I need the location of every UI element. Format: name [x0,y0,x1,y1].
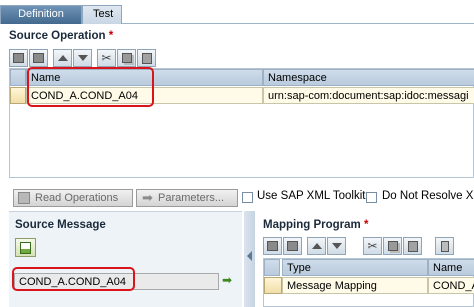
scissors-icon: ✂ [367,239,378,253]
column-header-namespace[interactable]: Namespace [263,69,474,86]
mapping-program-label: Mapping Program [263,219,361,231]
operation-namespace-cell[interactable]: urn:sap-com:document:sap:idoc:messagi [263,87,474,104]
source-operation-toolbar: ✂ [9,49,179,67]
mapping-program-title: Mapping Program * [263,219,368,231]
copy-icon [387,241,398,251]
cut-button[interactable]: ✂ [97,49,116,67]
read-operations-button[interactable]: Read Operations [13,189,133,207]
details-icon [440,240,449,252]
paste-button[interactable] [403,237,422,255]
move-up-button[interactable] [53,49,72,67]
delete-row-button[interactable] [283,237,302,255]
do-not-resolve-checkbox[interactable] [366,192,377,203]
copy-icon [121,53,132,63]
required-marker: * [108,30,114,42]
required-marker: * [363,219,369,231]
row-selector[interactable] [10,87,26,104]
mapping-program-table: Type Name Message Mapping COND_A [263,258,474,307]
read-operations-label: Read Operations [35,192,119,204]
source-operation-label: Source Operation [9,30,106,42]
arrow-up-icon [57,55,68,61]
mapping-name-cell[interactable]: COND_A [428,277,474,294]
source-operation-title: Source Operation * [9,30,113,42]
details-button[interactable] [435,237,454,255]
use-sap-xml-toolkit-label: Use SAP XML Toolkit [257,190,366,202]
arrow-right-icon: ➡ [142,190,153,205]
panel-splitter[interactable] [244,211,255,307]
select-all-cell[interactable] [264,259,280,276]
tab-bar: Definition Test [0,0,474,24]
paste-icon [141,52,152,64]
delete-row-icon [287,241,298,251]
delete-row-button[interactable] [29,49,48,67]
arrow-down-icon [77,55,88,61]
select-all-cell[interactable] [10,69,26,86]
delete-row-icon [33,53,44,63]
insert-row-button[interactable] [263,237,282,255]
read-operations-icon [18,192,30,204]
arrow-down-icon [331,243,342,249]
mapping-type-cell[interactable]: Message Mapping [282,277,428,294]
insert-row-button[interactable] [9,49,28,67]
row-selector[interactable] [264,277,282,294]
use-sap-xml-toolkit-checkbox[interactable] [242,192,253,203]
highlight-box [12,267,135,291]
move-down-button[interactable] [73,49,92,67]
column-header-type[interactable]: Type [282,259,428,276]
mapping-program-toolbar: ✂ [263,237,454,255]
source-message-title: Source Message [15,219,106,231]
move-down-button[interactable] [327,237,346,255]
do-not-resolve-label: Do Not Resolve X [382,190,474,202]
insert-row-icon [13,53,24,63]
copy-button[interactable] [117,49,136,67]
column-header-name[interactable]: Name [428,259,474,276]
navigate-arrow-icon[interactable]: ➡ [222,273,232,287]
tab-definition[interactable]: Definition [0,5,82,24]
parameters-label: Parameters... [158,192,225,204]
insert-row-icon [267,241,278,251]
source-message-panel: Source Message COND_A.COND_A04 ➡ [9,211,242,307]
highlight-box [27,67,154,107]
copy-button[interactable] [383,237,402,255]
tab-test[interactable]: Test [82,5,122,24]
cut-button[interactable]: ✂ [363,237,382,255]
arrow-up-icon [311,243,322,249]
document-icon [20,241,31,254]
paste-button[interactable] [137,49,156,67]
move-up-button[interactable] [307,237,326,255]
collapse-left-icon [247,251,252,261]
paste-icon [407,240,418,252]
scissors-icon: ✂ [101,51,112,65]
load-message-button[interactable] [15,238,36,257]
